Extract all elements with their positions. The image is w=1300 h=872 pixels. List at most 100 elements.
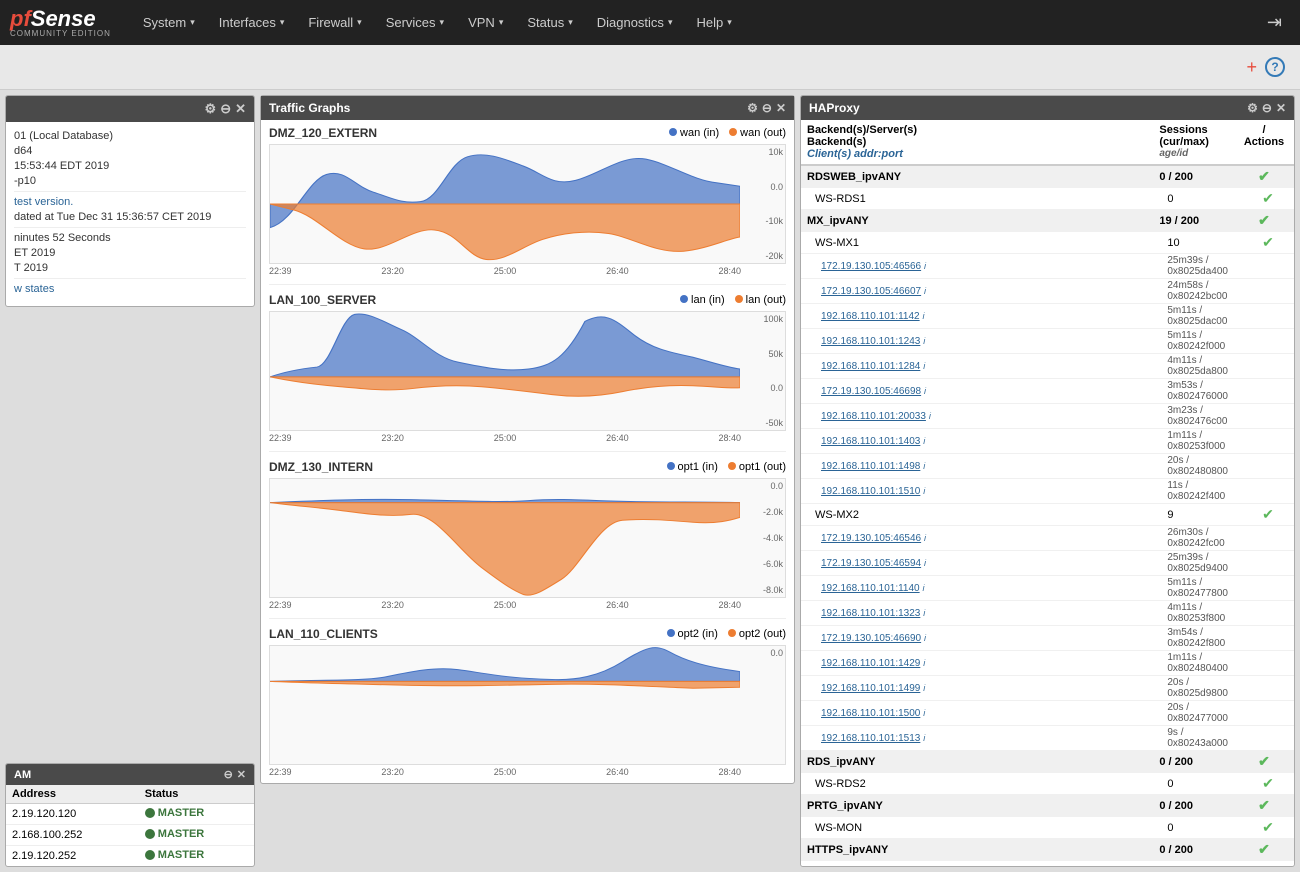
info-icon[interactable]: 𝑖 [923,708,925,718]
client-link[interactable]: 192.168.110.101:1510 [821,486,920,497]
info-icon[interactable]: 𝑖 [923,336,925,346]
wrench-icon[interactable]: ⚙ [1247,101,1258,115]
info-icon[interactable]: 𝑖 [922,311,924,321]
close-icon[interactable]: ✕ [237,768,246,781]
client-addr[interactable]: 192.168.110.101:20033 𝑖 [801,404,1153,429]
client-addr[interactable]: 172.19.130.105:46594 𝑖 [801,551,1153,576]
client-link[interactable]: 172.19.130.105:46546 [821,533,921,544]
haproxy-client-row: 192.168.110.101:1500 𝑖 20s / 0x802477000 [801,701,1294,726]
minimize-icon[interactable]: ⊖ [220,101,231,117]
client-addr[interactable]: 192.168.110.101:1323 𝑖 [801,601,1153,626]
chevron-down-icon: ▾ [440,17,445,28]
client-link[interactable]: 172.19.130.105:46607 [821,286,921,297]
info-icon[interactable]: 𝑖 [923,436,925,446]
info-icon[interactable]: 𝑖 [923,461,925,471]
client-addr[interactable]: 192.168.110.101:1499 𝑖 [801,676,1153,701]
client-age: 20s / 0x8025d9800 [1153,676,1234,701]
client-link[interactable]: 192.168.110.101:1403 [821,436,920,447]
client-link[interactable]: 172.19.130.105:46690 [821,633,921,644]
info-icon[interactable]: 𝑖 [923,361,925,371]
client-link[interactable]: 192.168.110.101:1500 [821,708,920,719]
info-icon[interactable]: 𝑖 [923,733,925,743]
info-icon[interactable]: 𝑖 [923,608,925,618]
wrench-icon[interactable]: ⚙ [747,101,758,115]
nav-interfaces[interactable]: Interfaces ▾ [207,0,297,45]
nav-system[interactable]: System ▾ [131,0,207,45]
check-icon: ✔ [1262,234,1274,250]
client-link[interactable]: 172.19.130.105:46566 [821,261,921,272]
nav-status[interactable]: Status ▾ [515,0,584,45]
client-addr[interactable]: 172.19.130.105:46607 𝑖 [801,279,1153,304]
client-addr[interactable]: 192.168.110.101:1284 𝑖 [801,354,1153,379]
nav-help[interactable]: Help ▾ [684,0,743,45]
minimize-icon[interactable]: ⊖ [762,101,772,115]
client-link[interactable]: 192.168.110.101:20033 [821,411,926,422]
close-icon[interactable]: ✕ [776,101,786,115]
info-icon[interactable]: 𝑖 [923,683,925,693]
test-version-link[interactable]: test version. [14,196,73,208]
client-addr[interactable]: 192.168.110.101:1142 𝑖 [801,304,1153,329]
info-icon[interactable]: 𝑖 [924,286,926,296]
close-icon[interactable]: ✕ [1276,101,1286,115]
info-icon[interactable]: 𝑖 [929,411,931,421]
close-icon[interactable]: ✕ [235,101,246,117]
client-link[interactable]: 192.168.110.101:1142 [821,311,920,322]
info-icon[interactable]: 𝑖 [923,658,925,668]
client-addr[interactable]: 192.168.110.101:1429 𝑖 [801,651,1153,676]
graph-dmz130: DMZ_130_INTERN opt1 (in) opt1 (out) 0.0-… [269,460,786,619]
info-icon[interactable]: 𝑖 [924,533,926,543]
client-addr[interactable]: 192.168.110.101:1243 𝑖 [801,329,1153,354]
client-link[interactable]: 172.19.130.105:46594 [821,558,921,569]
carp-address: 2.19.120.252 [6,846,139,867]
client-link[interactable]: 192.168.110.101:1498 [821,461,920,472]
info-icon[interactable]: 𝑖 [924,558,926,568]
haproxy-icons: ⚙ ⊖ ✕ [1247,101,1286,115]
client-addr[interactable]: 172.19.130.105:46546 𝑖 [801,526,1153,551]
states-link[interactable]: w states [14,283,54,295]
client-addr[interactable]: 192.168.110.101:1498 𝑖 [801,454,1153,479]
client-link[interactable]: 192.168.110.101:1499 [821,683,920,694]
nav-services[interactable]: Services ▾ [374,0,456,45]
help-icon[interactable]: ? [1265,57,1285,77]
info-icon[interactable]: 𝑖 [922,583,924,593]
minimize-icon[interactable]: ⊖ [1262,101,1272,115]
client-link[interactable]: 192.168.110.101:1513 [821,733,920,744]
info-icon[interactable]: 𝑖 [924,386,926,396]
graph-xaxis: 22:3923:2025:0026:4028:40 [269,433,786,443]
uptime-row: ninutes 52 Seconds [14,232,246,244]
graph-legend: opt2 (in) opt2 (out) [667,628,786,640]
client-link[interactable]: 192.168.110.101:1429 [821,658,920,669]
graph-title-row: LAN_110_CLIENTS opt2 (in) opt2 (out) [269,627,786,641]
client-addr[interactable]: 192.168.110.101:1500 𝑖 [801,701,1153,726]
legend-in: opt2 (in) [667,628,718,640]
client-link[interactable]: 192.168.110.101:1284 [821,361,920,372]
x-label: 26:40 [606,767,629,777]
info-icon[interactable]: 𝑖 [924,261,926,271]
info-icon[interactable]: 𝑖 [924,633,926,643]
wrench-icon[interactable]: ⚙ [205,101,217,117]
client-addr[interactable]: 192.168.110.101:1513 𝑖 [801,726,1153,751]
minimize-icon[interactable]: ⊖ [224,768,233,781]
client-addr[interactable]: 172.19.130.105:46690 𝑖 [801,626,1153,651]
haproxy-backend-row: RDS_ipvANY 0 / 200 ✔ [801,751,1294,773]
client-addr[interactable]: 192.168.110.101:1510 𝑖 [801,479,1153,504]
graph-lan100: LAN_100_SERVER lan (in) lan (out) 100k50… [269,293,786,452]
nav-firewall[interactable]: Firewall ▾ [296,0,373,45]
x-label: 23:20 [381,767,404,777]
client-addr[interactable]: 192.168.110.101:1140 𝑖 [801,576,1153,601]
client-addr[interactable]: 192.168.110.101:1403 𝑖 [801,429,1153,454]
nav-signout-icon[interactable]: ⇥ [1259,12,1290,33]
client-link[interactable]: 192.168.110.101:1323 [821,608,920,619]
nav-vpn[interactable]: VPN ▾ [456,0,515,45]
client-addr[interactable]: 172.19.130.105:46566 𝑖 [801,254,1153,279]
info-icon[interactable]: 𝑖 [923,486,925,496]
carp-address: 2.168.100.252 [6,825,139,846]
client-link[interactable]: 192.168.110.101:1140 [821,583,920,594]
client-link[interactable]: 192.168.110.101:1243 [821,336,920,347]
client-link[interactable]: 172.19.130.105:46698 [821,386,921,397]
nav-diagnostics[interactable]: Diagnostics ▾ [585,0,685,45]
graph-title-row: LAN_100_SERVER lan (in) lan (out) [269,293,786,307]
sessions-label: Sessions [1159,124,1228,136]
client-addr[interactable]: 172.19.130.105:46698 𝑖 [801,379,1153,404]
add-widget-button[interactable]: + [1246,57,1257,78]
